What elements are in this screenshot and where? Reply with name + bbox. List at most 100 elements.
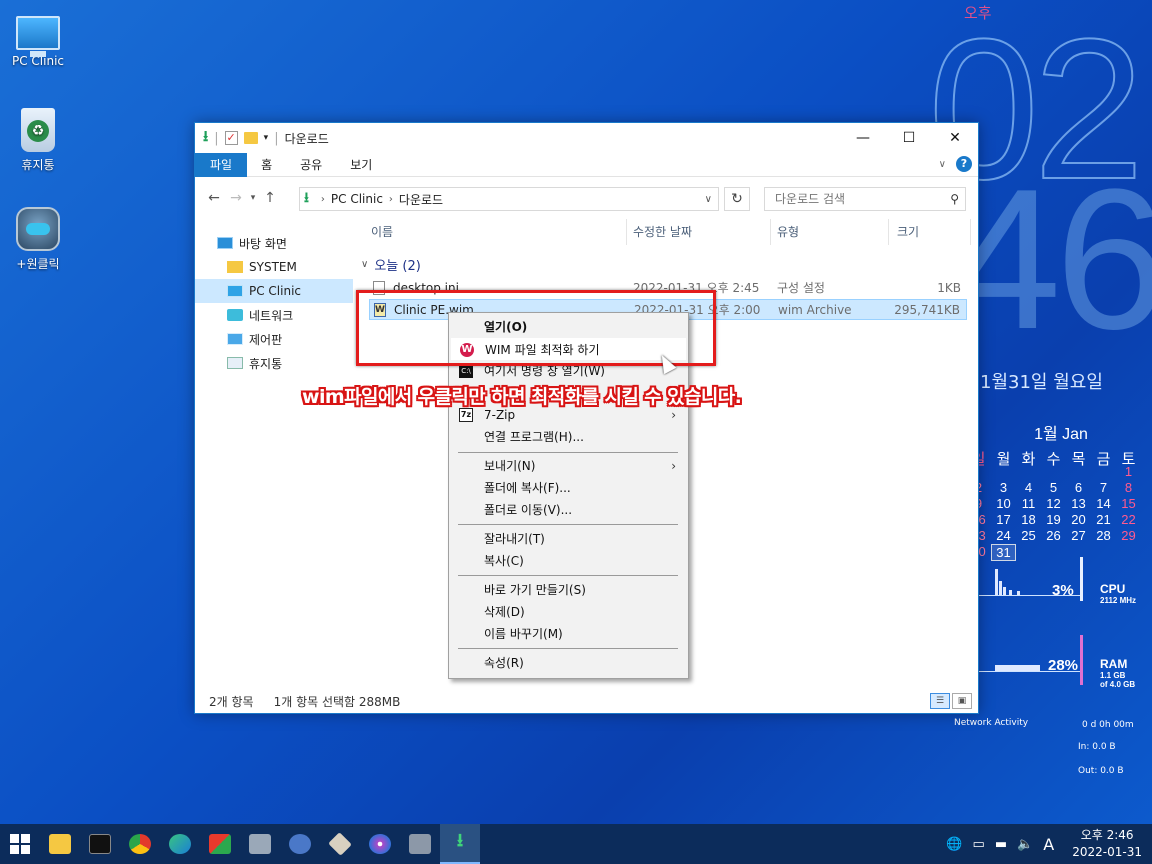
refresh-button[interactable]: ↻	[724, 187, 750, 211]
ribbon-expand-icon[interactable]: ∨	[939, 159, 946, 170]
tray-clock[interactable]: 오후 2:46 2022-01-31	[1072, 827, 1142, 861]
globe-icon[interactable]: 🌐	[946, 837, 962, 852]
tab-share[interactable]: 공유	[286, 153, 336, 177]
menu-item-create-shortcut[interactable]: 바로 가기 만들기(S)	[451, 579, 686, 601]
network-tool-icon	[289, 834, 311, 854]
taskbar-app[interactable]	[360, 824, 400, 864]
chevron-right-icon[interactable]: ›	[321, 194, 325, 205]
tab-home[interactable]: 홈	[247, 153, 286, 177]
calendar-day: 20	[1071, 512, 1086, 527]
nav-item-desktop[interactable]: 바탕 화면	[195, 231, 353, 255]
ribbon-tabs: 파일 홈 공유 보기 ∨ ?	[195, 152, 978, 177]
calendar-week: 23242526272829	[966, 528, 1146, 544]
menu-item-cut[interactable]: 잘라내기(T)	[451, 528, 686, 550]
taskbar-app[interactable]	[200, 824, 240, 864]
column-header-type[interactable]: 유형	[771, 219, 889, 245]
title-bar[interactable]: ⭳ | ✓ ▾ | 다운로드 — ☐ ✕	[195, 123, 978, 153]
taskbar-app[interactable]	[160, 824, 200, 864]
control-panel-icon	[227, 333, 243, 345]
menu-item-properties[interactable]: 속성(R)	[451, 652, 686, 674]
desktop-icon-pc-clinic[interactable]: PC Clinic	[0, 10, 76, 68]
maximize-button[interactable]: ☐	[886, 123, 932, 153]
calendar-day: 11	[1021, 496, 1036, 511]
menu-item-open-with[interactable]: 연결 프로그램(H)...	[451, 426, 686, 448]
column-header-name[interactable]: 이름	[355, 219, 627, 245]
column-header-date[interactable]: 수정한 날짜	[627, 219, 771, 245]
column-header-size[interactable]: 크기	[889, 219, 971, 245]
taskbar-app[interactable]	[280, 824, 320, 864]
quick-access-dropdown-icon[interactable]: ▾	[264, 133, 269, 143]
start-button[interactable]	[0, 824, 40, 864]
calendar-widget: 1월 Jan 일 월 화 수 목 금 토 1234567891011121314…	[966, 420, 1146, 561]
network-label: Network Activity	[954, 718, 1029, 728]
address-dropdown-icon[interactable]: ∨	[705, 194, 712, 205]
menu-item-move-to-folder[interactable]: 폴더로 이동(V)...	[451, 499, 686, 521]
details-view-icon[interactable]: ☰	[930, 693, 950, 709]
cpu-percent: 3%	[1052, 582, 1074, 599]
nav-item-control-panel[interactable]: 제어판	[195, 327, 353, 351]
properties-icon[interactable]: ✓	[224, 131, 238, 145]
taskbar-app[interactable]	[80, 824, 120, 864]
menu-separator	[458, 648, 678, 649]
battery-icon[interactable]: ▬	[995, 837, 1007, 852]
annotation-caption: wim파일에서 우클릭만 하면 최적화를 시킬 수 있습니다.	[302, 386, 742, 408]
search-input[interactable]: 다운로드 검색 ⚲	[764, 187, 966, 211]
calendar-week: 3031	[966, 544, 1146, 561]
breadcrumb-pc-clinic[interactable]: PC Clinic	[331, 192, 383, 206]
desktop-icon-one-click[interactable]: +원클릭	[0, 207, 76, 272]
calendar-title: 1월 Jan	[1034, 426, 1088, 443]
calendar-day: 6	[1074, 480, 1083, 495]
breadcrumb-downloads[interactable]: 다운로드	[399, 191, 443, 208]
calendar-day: 17	[996, 512, 1011, 527]
taskbar-app[interactable]	[240, 824, 280, 864]
menu-item-copy-to-folder[interactable]: 폴더에 복사(F)...	[451, 477, 686, 499]
download-icon: ⭳	[203, 126, 209, 145]
ime-indicator[interactable]: A	[1043, 835, 1054, 854]
group-header-today[interactable]: ∨ 오늘 (2)	[361, 255, 421, 274]
taskbar-app[interactable]	[120, 824, 160, 864]
nav-item-pc-clinic[interactable]: PC Clinic	[195, 279, 353, 303]
desktop-icon-recycle-bin[interactable]: ♻ 휴지통	[0, 108, 76, 173]
console-icon[interactable]: ▭	[973, 837, 985, 852]
taskbar-app-active[interactable]: ⭳	[440, 824, 480, 864]
navigation-bar: ← → ▾ ↑ ⭳ › PC Clinic › 다운로드 ∨ ↻ 다운로드 검색…	[195, 183, 978, 213]
tab-view[interactable]: 보기	[336, 153, 386, 177]
calendar-day	[1091, 544, 1116, 561]
tab-file[interactable]: 파일	[195, 152, 248, 177]
calendar-day: 14	[1096, 496, 1111, 511]
large-icons-view-icon[interactable]: ▣	[952, 693, 972, 709]
recycle-bin-icon: ♻	[21, 108, 55, 152]
up-arrow-icon[interactable]: ↑	[259, 190, 281, 206]
nav-item-system[interactable]: SYSTEM	[195, 255, 353, 279]
menu-item-rename[interactable]: 이름 바꾸기(M)	[451, 623, 686, 645]
menu-item-delete[interactable]: 삭제(D)	[451, 601, 686, 623]
nav-item-label: 바탕 화면	[239, 236, 287, 251]
recent-locations-icon[interactable]: ▾	[247, 193, 259, 203]
menu-item-send-to[interactable]: 보내기(N) ›	[451, 455, 686, 477]
taskbar-app[interactable]	[40, 824, 80, 864]
chevron-right-icon[interactable]: ›	[389, 194, 393, 205]
calendar-day: 8	[1124, 480, 1133, 495]
volume-icon[interactable]: 🔈	[1017, 837, 1033, 852]
taskbar-app[interactable]	[400, 824, 440, 864]
collapse-icon[interactable]: ∨	[361, 259, 368, 270]
clock-minute: 46	[950, 148, 1152, 371]
calendar-day: 24	[996, 528, 1011, 543]
menu-item-copy[interactable]: 복사(C)	[451, 550, 686, 572]
calendar-day: 15	[1121, 496, 1136, 511]
address-bar[interactable]: ⭳ › PC Clinic › 다운로드 ∨	[299, 187, 719, 211]
file-size: 295,741KB	[894, 302, 960, 317]
new-folder-icon[interactable]	[243, 132, 258, 144]
nav-item-recycle-bin[interactable]: 휴지통	[195, 351, 353, 375]
minimize-button[interactable]: —	[840, 123, 886, 153]
taskbar-app[interactable]	[320, 824, 360, 864]
network-in: In: 0.0 B	[1078, 742, 1116, 752]
forward-arrow-icon[interactable]: →	[225, 190, 247, 206]
back-arrow-icon[interactable]: ←	[203, 190, 225, 206]
menu-item-label: 보내기(N)	[484, 459, 536, 473]
close-button[interactable]: ✕	[932, 123, 978, 153]
help-icon[interactable]: ?	[956, 156, 972, 172]
nav-item-network[interactable]: 네트워크	[195, 303, 353, 327]
computer-icon	[16, 16, 60, 57]
menu-item-label: 여기서 명령 창 열기(W)	[484, 364, 605, 378]
